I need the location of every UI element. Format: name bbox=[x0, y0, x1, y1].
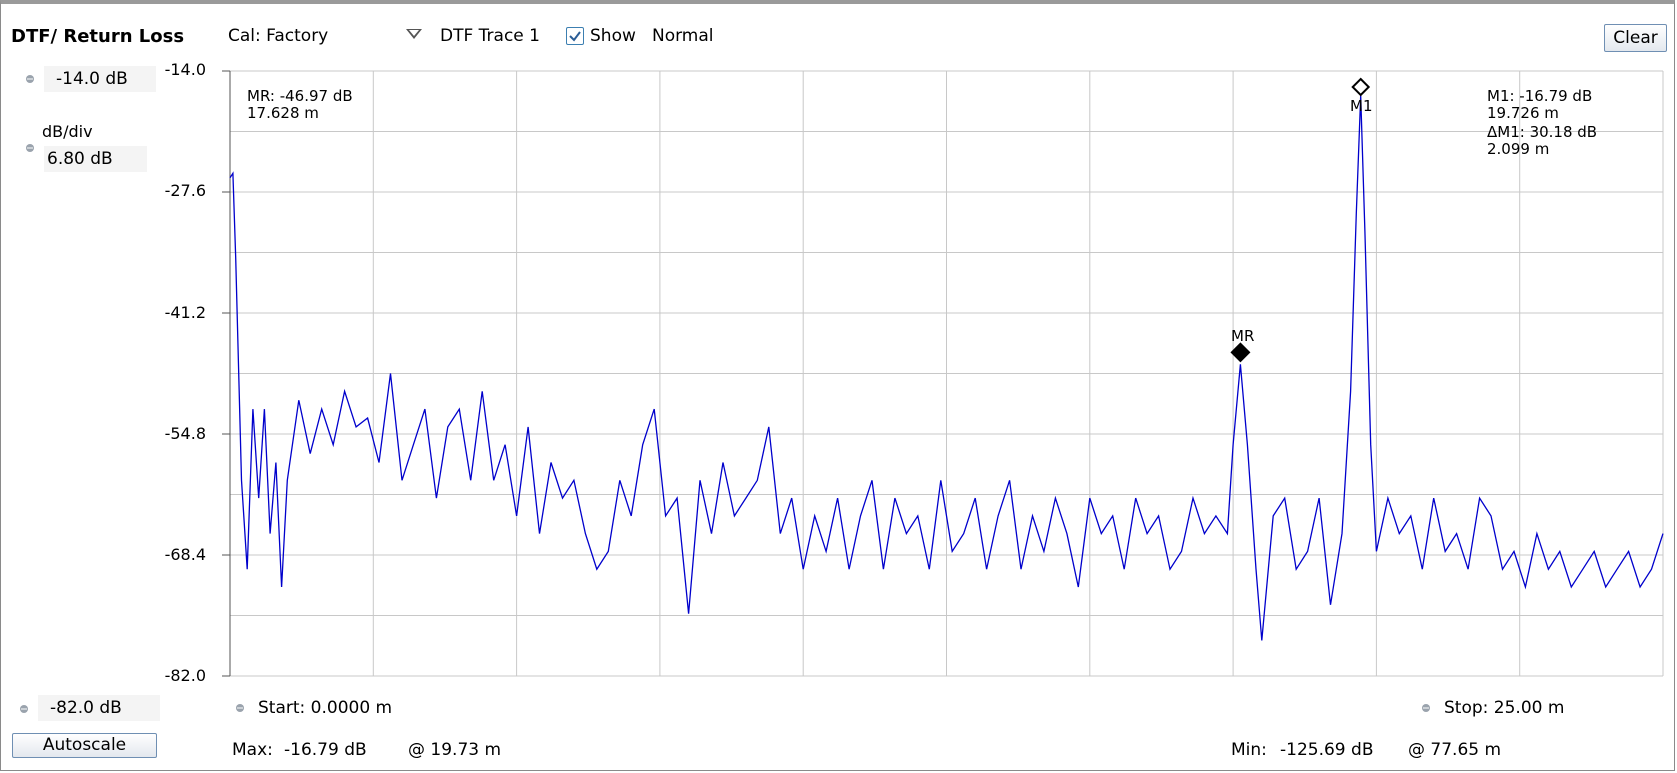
min-position: @ 77.65 m bbox=[1408, 740, 1502, 760]
mr-readout-distance: 17.628 m bbox=[247, 104, 319, 122]
mr-marker-label: MR bbox=[1231, 327, 1255, 345]
min-label: Min: bbox=[1231, 740, 1267, 760]
start-spinner-icon[interactable] bbox=[234, 702, 246, 714]
m1-readout-value: M1: -16.79 dB bbox=[1487, 87, 1593, 105]
stop-spinner-icon[interactable] bbox=[1420, 702, 1432, 714]
max-label: Max: bbox=[232, 740, 273, 760]
mr-readout-value: MR: -46.97 dB bbox=[247, 87, 353, 105]
m1-delta-distance: 2.099 m bbox=[1487, 140, 1550, 158]
m1-marker-label: M1 bbox=[1350, 97, 1373, 115]
max-position: @ 19.73 m bbox=[408, 740, 502, 760]
min-value: -125.69 dB bbox=[1280, 740, 1374, 760]
m1-delta-value: ΔM1: 30.18 dB bbox=[1487, 123, 1598, 141]
stop-field[interactable]: Stop: 25.00 m bbox=[1444, 698, 1564, 718]
m1-readout-distance: 19.726 m bbox=[1487, 104, 1559, 122]
start-field[interactable]: Start: 0.0000 m bbox=[258, 698, 392, 718]
max-value: -16.79 dB bbox=[284, 740, 367, 760]
